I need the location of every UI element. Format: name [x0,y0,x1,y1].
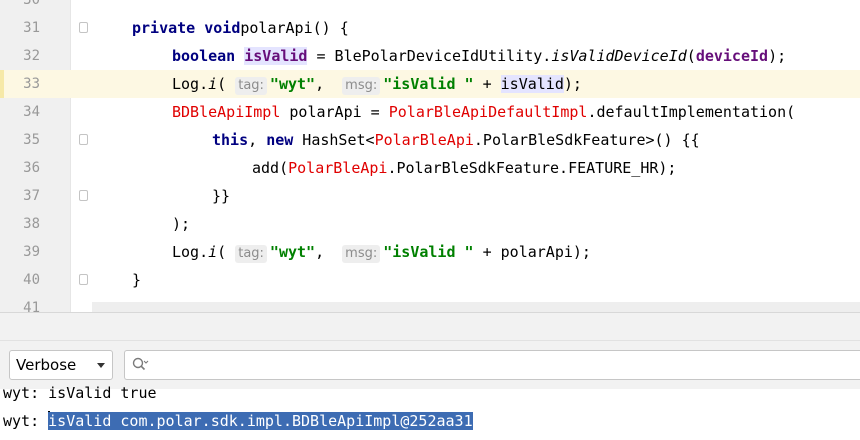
code-text: ); [172,210,190,238]
logcat-search-input[interactable] [153,354,857,378]
line-number: 40 [23,272,40,288]
code-token: ( [217,75,236,93]
log-message: isValid true [48,384,157,402]
code-text: boolean isValid = BlePolarDeviceIdUtilit… [172,42,786,70]
fold-marker-icon[interactable] [79,134,88,145]
code-token: }} [212,187,231,205]
code-token: "isValid " [383,243,474,261]
line-number: 39 [23,244,40,260]
code-token: .PolarBleSdkFeature>() {{ [473,131,700,149]
log-message-selected: isValid com.polar.sdk.impl.BDBleApiImpl@… [48,412,473,430]
code-line[interactable]: 38); [0,210,860,238]
code-token: + polarApi); [473,243,591,261]
code-token: + [473,75,501,93]
code-token: PolarBleApi [374,131,474,149]
code-token: private void [132,19,241,37]
line-number: 31 [23,20,40,36]
log-entry[interactable]: wyt: isValid true [3,381,157,405]
parameter-hint: tag: [235,77,267,95]
code-token: HashSet< [293,131,375,149]
code-token: ( [217,243,236,261]
code-token: i [208,75,218,93]
log-level-label: Verbose [16,356,77,374]
code-token: = BlePolarDeviceIdUtility. [307,47,552,65]
code-token: boolean [172,47,236,65]
code-token: "isValid " [383,75,474,93]
code-line[interactable]: 37}} [0,182,860,210]
code-text: BDBleApiImpl polarApi = PolarBleApiDefau… [172,98,795,126]
code-token: PolarBleApiDefaultImpl [388,103,588,121]
search-icon [131,356,149,378]
code-token: ( [686,47,696,65]
code-token: Log. [172,75,209,93]
code-text: private voidpolarApi() { [132,14,349,42]
code-text: }} [212,182,230,210]
code-line[interactable]: 36 add(PolarBleApi.PolarBleSdkFeature.FEA… [0,154,860,182]
logcat-panel: Verbose wyt: isValid true wyt: isValid c… [0,312,860,440]
code-line[interactable]: 33 Log.i( tag: "wyt", msg: "isValid " + isV… [0,70,860,98]
line-number: 38 [23,216,40,232]
code-token: polarApi() { [240,19,349,37]
code-text: Log.i( tag: "wyt", msg: "isValid " + polar… [172,238,591,266]
line-number: 41 [23,300,40,312]
line-number: 36 [23,160,40,176]
code-token: isValid [500,75,564,93]
code-line[interactable]: 35 this, new HashSet<PolarBleApi.PolarBle… [0,126,860,154]
line-number: 37 [23,188,40,204]
logcat-search-box[interactable] [124,350,860,380]
code-token: polarApi = [280,103,389,121]
code-token: "wyt" [269,243,316,261]
code-token: , [248,131,267,149]
code-line[interactable]: 34 BDBleApiImpl polarApi = PolarBleApiDef… [0,98,860,126]
code-token: this [212,131,249,149]
code-token: BDBleApiImpl [172,103,281,121]
code-line[interactable]: 39 Log.i( tag: "wyt", msg: "isValid " + pol… [0,238,860,266]
parameter-hint: msg: [342,245,381,263]
code-token: , [315,243,343,261]
code-editor[interactable]: 30 31 private voidpolarApi() { 32 boolean is… [0,0,860,312]
code-token: add( [252,159,289,177]
log-level-dropdown[interactable]: Verbose [9,350,113,380]
code-token: ); [172,215,191,233]
code-token: isValidDeviceId [551,47,687,65]
line-number: 32 [23,48,40,64]
code-token: i [208,243,218,261]
code-token: PolarBleApi [288,159,388,177]
code-token: new [266,131,294,149]
line-number: 30 [23,0,40,8]
code-token: , [315,75,343,93]
code-token: .defaultImplementation( [587,103,796,121]
code-token: "wyt" [269,75,316,93]
log-entry-selected[interactable]: wyt: isValid com.polar.sdk.impl.BDBleApi… [3,409,473,433]
code-line[interactable]: 30 [0,0,860,14]
log-tag: wyt: [3,412,49,430]
code-line[interactable]: 40} [0,266,860,294]
code-token: .PolarBleSdkFeature.FEATURE_HR); [387,159,677,177]
line-number: 34 [23,104,40,120]
logcat-panel-header [0,313,860,341]
log-tag: wyt: [3,384,49,402]
code-token: deviceId [695,47,769,65]
parameter-hint: msg: [342,77,381,95]
code-text: Log.i( tag: "wyt", msg: "isValid " + isVal… [172,70,582,98]
line-number: 35 [23,132,40,148]
code-line[interactable]: 31 private voidpolarApi() { [0,14,860,42]
code-token: ); [768,47,787,65]
code-line[interactable]: 32 boolean isValid = BlePolarDeviceIdUtil… [0,42,860,70]
code-token: isValid [244,47,308,65]
code-text: add(PolarBleApi.PolarBleSdkFeature.FEATU… [252,154,676,182]
horizontal-scrollbar[interactable] [92,302,860,312]
code-token: Log. [172,243,209,261]
code-text: } [132,266,141,294]
code-token: } [132,271,142,289]
code-token: ); [563,75,582,93]
fold-marker-icon[interactable] [79,22,88,33]
fold-marker-icon[interactable] [79,274,88,285]
fold-marker-icon[interactable] [79,190,88,201]
parameter-hint: tag: [235,245,267,263]
chevron-down-icon [97,363,105,368]
code-text: this, new HashSet<PolarBleApi.PolarBleSd… [212,126,700,154]
line-number: 33 [23,76,40,92]
